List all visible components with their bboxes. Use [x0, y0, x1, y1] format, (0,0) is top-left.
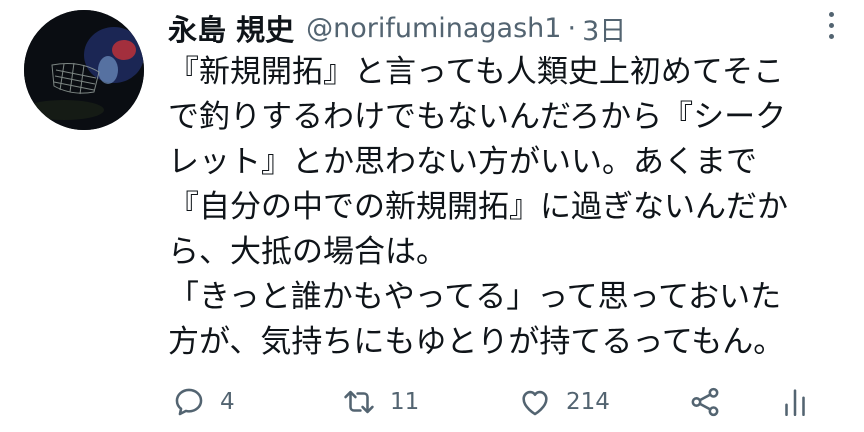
tweet[interactable]: 永島 規史 @norifuminagash1 · 3日 『新規開拓』と言っても人… — [0, 0, 864, 432]
separator-dot: · — [567, 12, 577, 44]
like-button[interactable]: 214 — [518, 380, 610, 424]
tweet-text-line: 『自分の中での新規開拓』に過ぎないんだか — [168, 189, 788, 225]
display-name[interactable]: 永島 規史 — [168, 7, 294, 49]
retweet-count: 11 — [390, 389, 420, 415]
timestamp[interactable]: 3日 — [582, 9, 626, 48]
user-handle[interactable]: @norifuminagash1 — [306, 13, 561, 44]
more-options-icon[interactable] — [826, 12, 836, 42]
reply-button[interactable]: 4 — [172, 380, 235, 424]
tweet-text: 『新規開拓』と言っても人類史上初めてそこ で釣りするわけでもないんだろから『シー… — [168, 50, 838, 365]
tweet-text-line: 方が、気持ちにもゆとりが持てるってもん。 — [168, 324, 785, 360]
reply-icon — [175, 388, 203, 416]
tweet-text-line: 『新規開拓』と言っても人類史上初めてそこ — [168, 54, 784, 90]
retweet-button[interactable]: 11 — [342, 380, 419, 424]
heart-icon — [522, 390, 548, 416]
reply-count: 4 — [220, 389, 235, 415]
tweet-text-line: で釣りするわけでもないんだろから『シーク — [168, 99, 787, 135]
share-icon — [691, 387, 719, 417]
avatar[interactable] — [24, 10, 144, 130]
share-button[interactable] — [688, 380, 722, 424]
tweet-text-line: レット』とか思わない方がいい。あくまで — [168, 144, 757, 180]
avatar-image — [24, 10, 144, 130]
action-bar: 4 11 214 — [168, 380, 818, 424]
tweet-header: 永島 規史 @norifuminagash1 · 3日 — [168, 8, 626, 48]
like-count: 214 — [566, 389, 610, 415]
tweet-text-line: ら、大抵の場合は。 — [168, 234, 447, 270]
tweet-text-line: 「きっと誰かもやってる」って思っておいた — [168, 279, 782, 315]
retweet-icon — [344, 390, 374, 414]
analytics-icon — [785, 389, 805, 417]
analytics-button[interactable] — [778, 380, 812, 424]
